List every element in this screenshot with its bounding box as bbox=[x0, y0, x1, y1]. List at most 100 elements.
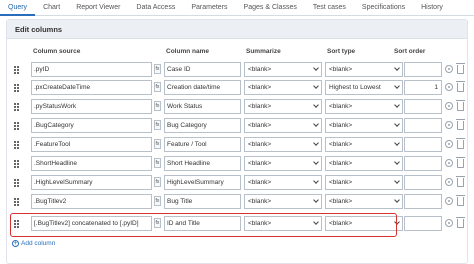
tab-parameters[interactable]: Parameters bbox=[183, 0, 235, 16]
chevron-down-icon bbox=[313, 65, 319, 71]
fx-icon[interactable]: fx bbox=[154, 82, 161, 92]
drag-handle-icon[interactable] bbox=[14, 198, 20, 208]
sort-type-select[interactable]: <blank> bbox=[325, 118, 403, 133]
summarize-value: <blank> bbox=[248, 141, 272, 148]
drag-handle-icon[interactable] bbox=[14, 160, 20, 170]
trash-icon[interactable] bbox=[456, 81, 465, 92]
column-name-field[interactable]: Creation date/time bbox=[164, 80, 241, 95]
gear-icon[interactable] bbox=[445, 65, 453, 73]
table-row: .HighLevelSummary fx HighLevelSummary <blan… bbox=[10, 175, 465, 194]
drag-handle-icon[interactable] bbox=[14, 141, 20, 151]
column-source-field[interactable]: .BugTitlev2 bbox=[31, 194, 152, 209]
trash-icon[interactable] bbox=[456, 63, 465, 74]
trash-icon[interactable] bbox=[456, 176, 465, 187]
column-source-field[interactable]: .BugCategory bbox=[31, 118, 152, 133]
gear-icon[interactable] bbox=[445, 159, 453, 167]
fx-icon[interactable]: fx bbox=[154, 196, 161, 206]
sort-type-select[interactable]: <blank> bbox=[325, 99, 403, 114]
column-source-field[interactable]: .HighLevelSummary bbox=[31, 175, 152, 190]
trash-icon[interactable] bbox=[456, 195, 465, 206]
summarize-select[interactable]: <blank> bbox=[244, 194, 322, 209]
sort-type-select[interactable]: <blank> bbox=[325, 156, 403, 171]
sort-type-select[interactable]: <blank> bbox=[325, 194, 403, 209]
gear-icon[interactable] bbox=[445, 102, 453, 110]
fx-icon[interactable]: fx bbox=[154, 101, 161, 111]
drag-handle-icon[interactable] bbox=[14, 103, 20, 113]
fx-icon[interactable]: fx bbox=[154, 120, 161, 130]
trash-icon[interactable] bbox=[456, 217, 465, 228]
fx-icon[interactable]: fx bbox=[154, 64, 161, 74]
sort-order-field[interactable] bbox=[404, 156, 442, 171]
drag-handle-icon[interactable] bbox=[14, 179, 20, 189]
column-name-field[interactable]: Feature / Tool bbox=[164, 137, 241, 152]
trash-icon[interactable] bbox=[456, 119, 465, 130]
sort-order-field[interactable] bbox=[404, 175, 442, 190]
sort-type-value: <blank> bbox=[329, 179, 353, 186]
tab-test-cases[interactable]: Test cases bbox=[305, 0, 354, 16]
sort-order-field[interactable] bbox=[404, 62, 442, 77]
gear-icon[interactable] bbox=[445, 219, 453, 227]
column-name-field[interactable]: Case ID bbox=[164, 62, 241, 77]
tab-history[interactable]: History bbox=[413, 0, 451, 16]
trash-icon[interactable] bbox=[456, 100, 465, 111]
column-name-field[interactable]: HighLevelSummary bbox=[164, 175, 241, 190]
tab-specifications[interactable]: Specifications bbox=[354, 0, 413, 16]
trash-icon[interactable] bbox=[456, 157, 465, 168]
sort-order-field[interactable] bbox=[404, 137, 442, 152]
gear-icon[interactable] bbox=[445, 140, 453, 148]
sort-order-field[interactable] bbox=[404, 216, 442, 231]
column-name-field[interactable]: Work Status bbox=[164, 99, 241, 114]
summarize-select[interactable]: <blank> bbox=[244, 62, 322, 77]
gear-icon[interactable] bbox=[445, 83, 453, 91]
header-sort-type: Sort type bbox=[327, 48, 356, 55]
summarize-select[interactable]: <blank> bbox=[244, 175, 322, 190]
gear-icon[interactable] bbox=[445, 121, 453, 129]
summarize-value: <blank> bbox=[248, 122, 272, 129]
table-row: .BugCategory fx Bug Category <blank> <blank> bbox=[10, 118, 465, 137]
sort-order-field[interactable]: 1 bbox=[404, 80, 442, 95]
column-source-field[interactable]: .FeatureTool bbox=[31, 137, 152, 152]
summarize-select[interactable]: <blank> bbox=[244, 156, 322, 171]
summarize-value: <blank> bbox=[248, 160, 272, 167]
column-name-field[interactable]: Bug Category bbox=[164, 118, 241, 133]
column-name-field[interactable]: Short Headline bbox=[164, 156, 241, 171]
drag-handle-icon[interactable] bbox=[14, 66, 20, 76]
trash-icon[interactable] bbox=[456, 138, 465, 149]
sort-type-select[interactable]: <blank> bbox=[325, 175, 403, 190]
gear-icon[interactable] bbox=[445, 197, 453, 205]
drag-handle-icon[interactable] bbox=[14, 122, 20, 132]
summarize-select[interactable]: <blank> bbox=[244, 137, 322, 152]
sort-order-field[interactable] bbox=[404, 118, 442, 133]
tab-data-access[interactable]: Data Access bbox=[128, 0, 183, 16]
column-source-field[interactable]: .pyStatusWork bbox=[31, 99, 152, 114]
summarize-value: <blank> bbox=[248, 198, 272, 205]
chevron-down-icon bbox=[313, 197, 319, 203]
fx-icon[interactable]: fx bbox=[154, 139, 161, 149]
drag-handle-icon[interactable] bbox=[14, 84, 20, 94]
fx-icon[interactable]: fx bbox=[154, 177, 161, 187]
sort-type-select[interactable]: Highest to Lowest bbox=[325, 80, 403, 95]
tab-chart[interactable]: Chart bbox=[35, 0, 68, 16]
panel-title: Edit columns bbox=[7, 20, 467, 39]
column-name-field[interactable]: Bug Title bbox=[164, 194, 241, 209]
plus-icon: + bbox=[12, 240, 19, 247]
sort-type-select[interactable]: <blank> bbox=[325, 62, 403, 77]
sort-order-field[interactable] bbox=[404, 194, 442, 209]
summarize-select[interactable]: <blank> bbox=[244, 118, 322, 133]
sort-order-field[interactable] bbox=[404, 99, 442, 114]
gear-icon[interactable] bbox=[445, 178, 453, 186]
tab-pages-classes[interactable]: Pages & Classes bbox=[236, 0, 305, 16]
summarize-select[interactable]: <blank> bbox=[244, 80, 322, 95]
sort-type-value: <blank> bbox=[329, 66, 353, 73]
column-source-field[interactable]: .ShortHeadline bbox=[31, 156, 152, 171]
sort-type-value: <blank> bbox=[329, 103, 353, 110]
add-column-link[interactable]: + Add column bbox=[12, 240, 55, 247]
fx-icon[interactable]: fx bbox=[154, 158, 161, 168]
tab-report-viewer[interactable]: Report Viewer bbox=[68, 0, 128, 16]
column-source-field[interactable]: .pxCreateDateTime bbox=[31, 80, 152, 95]
sort-type-value: <blank> bbox=[329, 198, 353, 205]
sort-type-select[interactable]: <blank> bbox=[325, 137, 403, 152]
tab-query[interactable]: Query bbox=[0, 0, 36, 16]
summarize-select[interactable]: <blank> bbox=[244, 99, 322, 114]
column-source-field[interactable]: .pyID bbox=[31, 62, 152, 77]
